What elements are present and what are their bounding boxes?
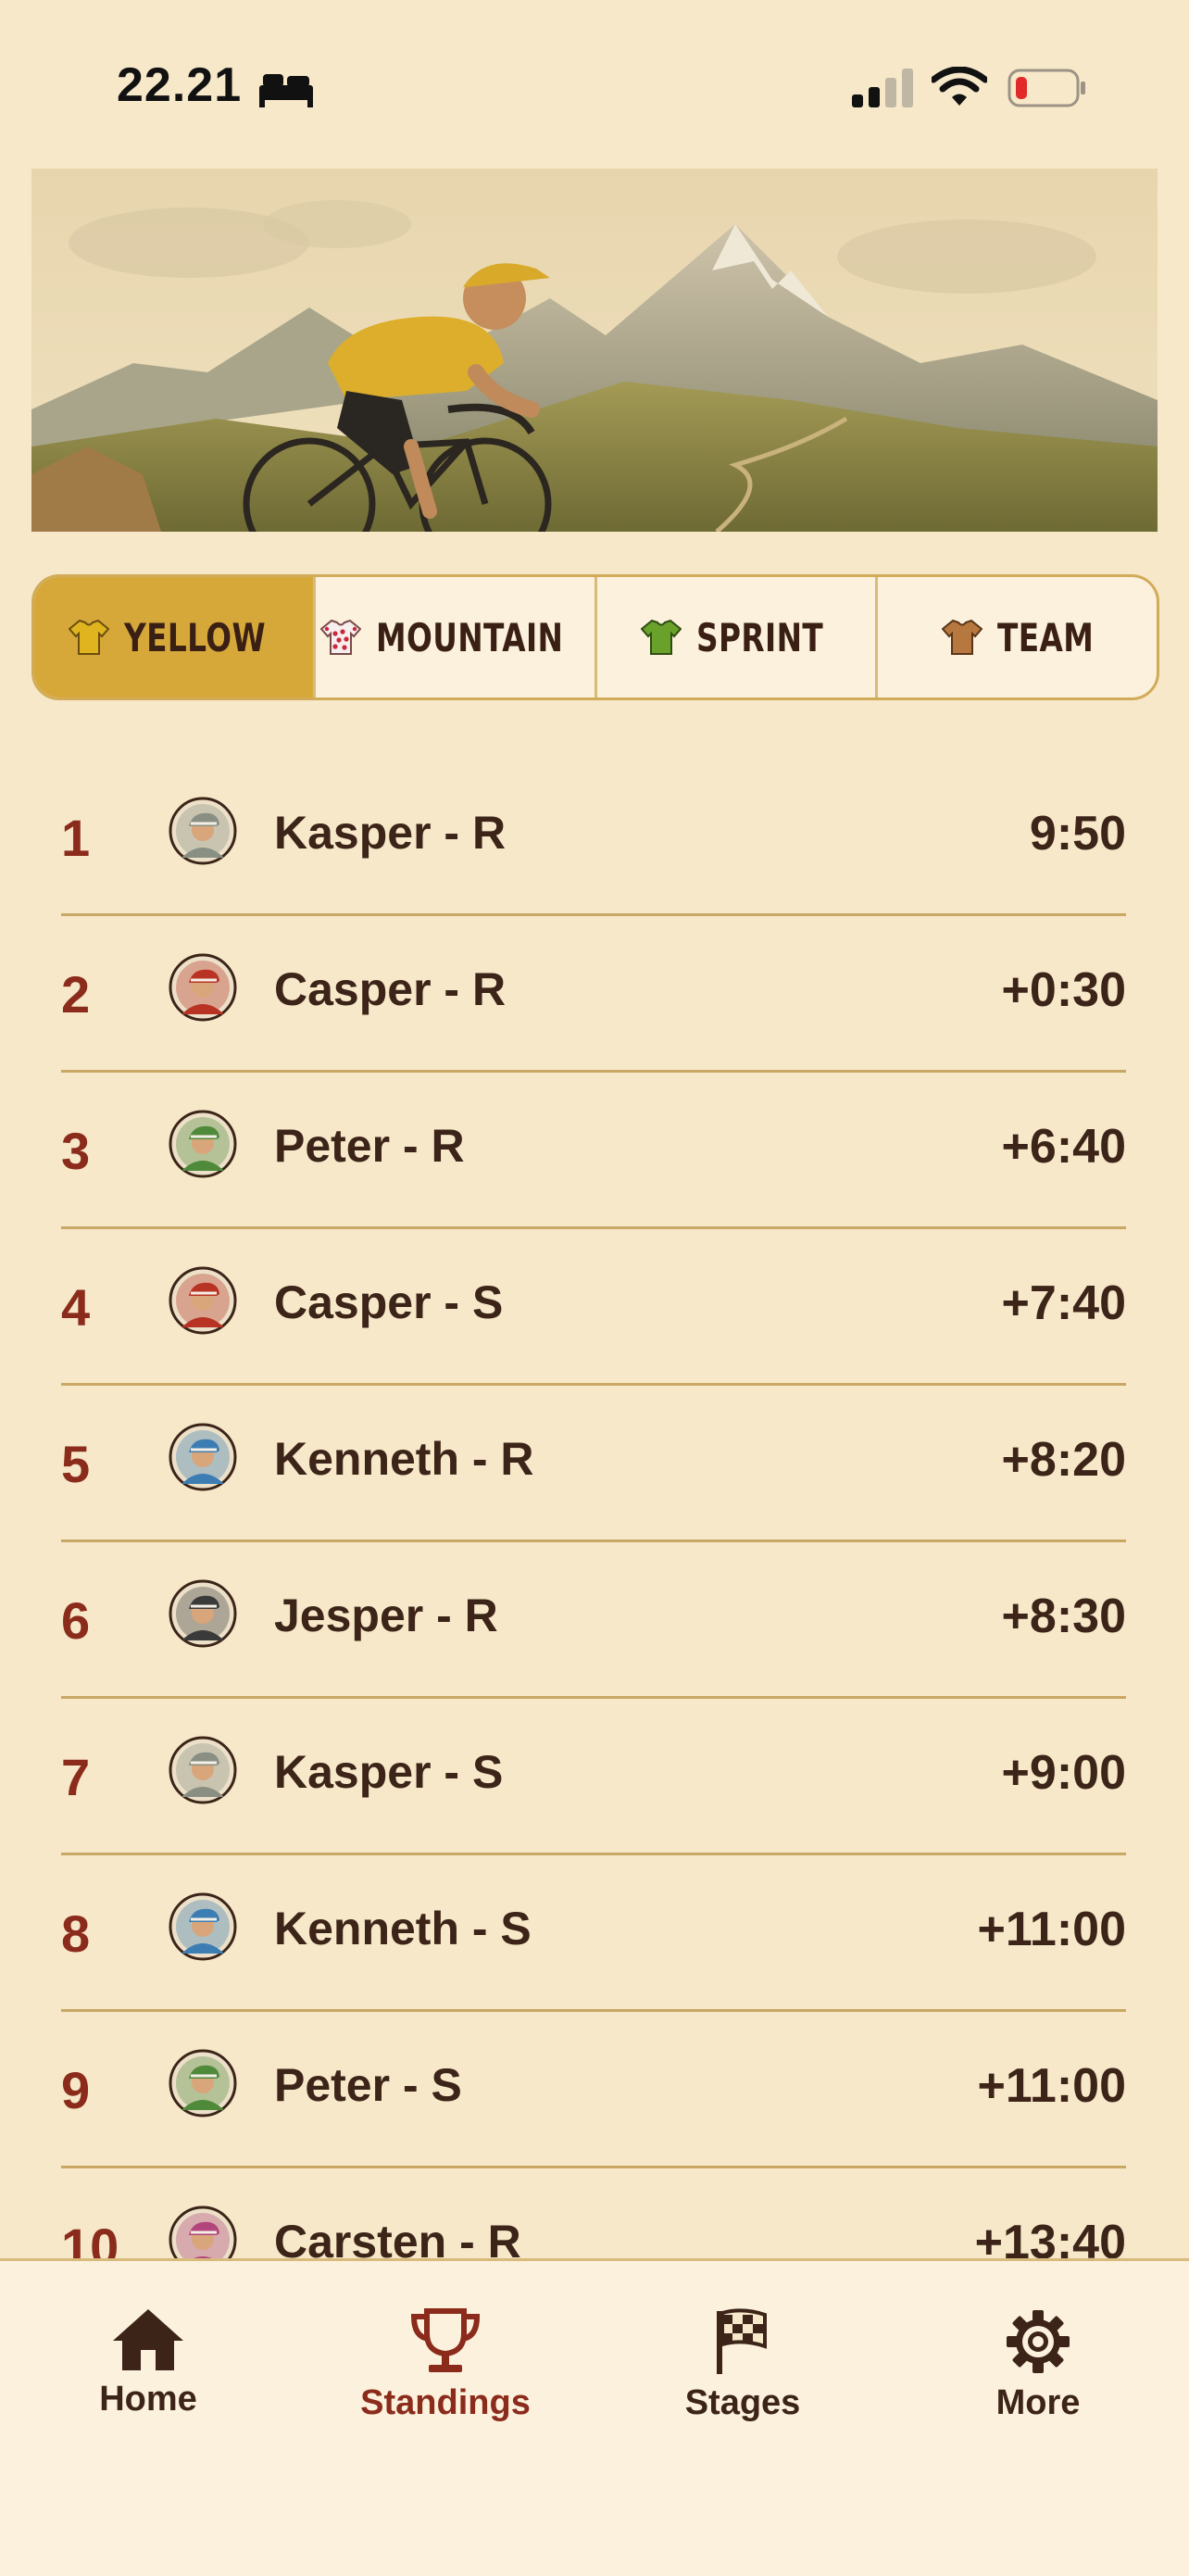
rank-number: 5 [61, 1435, 91, 1493]
standings-list: 1 Kasper - R 9:50 2 Casper - R +0:30 3 Peter - … [61, 760, 1126, 2322]
rider-avatar-icon [169, 1266, 237, 1335]
rank-number: 4 [61, 1278, 91, 1337]
nav-home-label: Home [99, 2380, 197, 2419]
rider-avatar-icon [169, 797, 237, 865]
rank-number: 2 [61, 965, 91, 1024]
standings-row[interactable]: 4 Casper - S +7:40 [61, 1229, 1126, 1386]
rider-time-gap: +0:30 [1001, 963, 1126, 1017]
rider-time-gap: +8:20 [1001, 1433, 1126, 1487]
standings-row[interactable]: 6 Jesper - R +8:30 [61, 1542, 1126, 1699]
rider-name: Kasper - R [274, 807, 507, 859]
rider-time-gap: +11:00 [977, 1903, 1127, 1956]
cellular-signal-icon [852, 69, 913, 107]
tab-sprint[interactable]: SPRINT [597, 577, 879, 697]
classification-tabs: YELLOW MOUNTAIN SPRINT TEAM [31, 574, 1159, 700]
rider-avatar-icon [169, 1579, 237, 1648]
standings-row[interactable]: 7 Kasper - S +9:00 [61, 1699, 1126, 1855]
tab-yellow-label: YELLOW [124, 614, 267, 660]
standings-row[interactable]: 5 Kenneth - R +8:20 [61, 1386, 1126, 1542]
standings-row[interactable]: 1 Kasper - R 9:50 [61, 760, 1126, 916]
rider-name: Kenneth - R [274, 1433, 534, 1485]
sleep-bed-icon [259, 74, 313, 107]
hero-cyclist-mountain-illustration [31, 169, 1158, 532]
rank-number: 6 [61, 1591, 91, 1650]
status-bar: 22.21 [0, 0, 1189, 167]
trophy-icon [410, 2308, 481, 2372]
rank-number: 1 [61, 809, 91, 867]
rider-avatar-icon [169, 1892, 237, 1961]
nav-more-label: More [995, 2383, 1081, 2422]
rider-avatar-icon [169, 1736, 237, 1804]
rider-avatar-icon [169, 953, 237, 1022]
standings-row[interactable]: 8 Kenneth - S +11:00 [61, 1855, 1126, 2012]
rank-number: 8 [61, 1904, 91, 1963]
home-icon [113, 2309, 183, 2370]
rider-time-gap: 9:50 [1029, 807, 1126, 861]
tab-sprint-label: SPRINT [695, 614, 824, 660]
rider-time-gap: +9:00 [1001, 1746, 1126, 1800]
tab-team[interactable]: TEAM [878, 577, 1157, 697]
rider-name: Peter - S [274, 2059, 462, 2111]
nav-home[interactable]: Home [46, 2307, 250, 2419]
yellow-jersey-icon [69, 619, 110, 655]
wifi-icon [932, 67, 987, 106]
tab-mountain-label: MOUNTAIN [376, 614, 564, 660]
rider-avatar-icon [169, 2049, 237, 2117]
rank-number: 7 [61, 1748, 91, 1806]
nav-standings[interactable]: Standings [344, 2307, 547, 2423]
rider-name: Kenneth - S [274, 1903, 532, 1954]
rank-number: 9 [61, 2061, 91, 2119]
status-time: 22.21 [117, 58, 243, 112]
green-jersey-icon [640, 619, 682, 655]
rider-name: Jesper - R [274, 1590, 498, 1641]
rider-time-gap: +11:00 [977, 2059, 1127, 2113]
nav-stages[interactable]: Stages [641, 2307, 845, 2423]
rider-name: Kasper - S [274, 1746, 504, 1798]
tab-yellow[interactable]: YELLOW [34, 577, 316, 697]
tab-team-label: TEAM [996, 614, 1095, 660]
standings-row[interactable]: 3 Peter - R +6:40 [61, 1073, 1126, 1229]
rider-time-gap: +7:40 [1001, 1276, 1126, 1330]
polka-dot-jersey-icon [320, 619, 362, 655]
gear-icon [1007, 2310, 1070, 2373]
rank-number: 3 [61, 1122, 91, 1180]
rider-avatar-icon [169, 1110, 237, 1178]
bottom-navigation: Home Standings Stages More [0, 2258, 1189, 2576]
battery-low-icon [1008, 69, 1085, 107]
nav-standings-label: Standings [360, 2383, 531, 2422]
rider-avatar-icon [169, 1423, 237, 1491]
tab-mountain[interactable]: MOUNTAIN [316, 577, 597, 697]
nav-stages-label: Stages [684, 2383, 801, 2422]
rider-name: Casper - S [274, 1276, 504, 1328]
brown-jersey-icon [941, 619, 982, 655]
standings-row[interactable]: 9 Peter - S +11:00 [61, 2012, 1126, 2168]
standings-row[interactable]: 2 Casper - R +0:30 [61, 916, 1126, 1073]
nav-more[interactable]: More [936, 2307, 1140, 2423]
rider-name: Casper - R [274, 963, 507, 1015]
rider-time-gap: +6:40 [1001, 1120, 1126, 1174]
rider-name: Peter - R [274, 1120, 465, 1172]
rider-time-gap: +8:30 [1001, 1590, 1126, 1643]
checkered-flag-icon [717, 2308, 767, 2374]
